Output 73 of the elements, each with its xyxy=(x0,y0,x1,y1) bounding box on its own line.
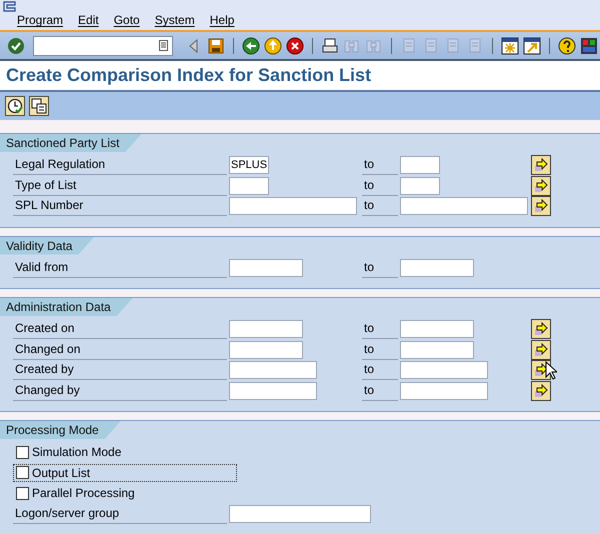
monitor-icon[interactable] xyxy=(580,36,598,54)
field-label: Changed by xyxy=(13,380,227,400)
input-field[interactable] xyxy=(400,320,474,338)
input-field[interactable]: SPLUS xyxy=(229,156,269,174)
clock-check-icon xyxy=(7,98,23,114)
field-label: SPL Number xyxy=(13,196,227,216)
screen-title: Create Comparison Index for Sanction List xyxy=(6,65,372,86)
multiple-selection-button[interactable] xyxy=(531,380,551,401)
field-label: to xyxy=(362,196,398,216)
arrow-icon xyxy=(534,363,548,378)
menu-item[interactable]: System xyxy=(154,13,195,27)
variants-button[interactable] xyxy=(29,96,49,116)
multiple-selection-button[interactable] xyxy=(531,196,551,216)
field-label: to xyxy=(362,176,398,196)
arrow-icon xyxy=(534,178,548,193)
input-field[interactable] xyxy=(229,320,303,338)
input-field[interactable] xyxy=(229,361,317,380)
arrow-icon xyxy=(534,384,548,398)
section-title: Processing Mode xyxy=(0,421,121,439)
menu-item[interactable]: Goto xyxy=(114,13,140,27)
field-label: to xyxy=(362,319,398,339)
field-label: Valid from xyxy=(13,258,227,278)
arrow-icon xyxy=(534,199,548,214)
section-title: Validity Data xyxy=(0,236,94,254)
field-label: to xyxy=(362,258,398,278)
system-menu-icon[interactable] xyxy=(3,1,17,12)
input-field[interactable] xyxy=(400,258,474,277)
windows-icon xyxy=(31,98,47,114)
input-field[interactable] xyxy=(400,156,440,174)
field-label: to xyxy=(362,360,398,380)
section-title: Sanctioned Party List xyxy=(0,134,142,152)
field-label: to xyxy=(362,340,398,360)
input-field[interactable] xyxy=(229,176,269,195)
section-title: Administration Data xyxy=(0,298,133,316)
checkbox[interactable]: Parallel Processing xyxy=(13,484,138,502)
multiple-selection-button[interactable] xyxy=(531,319,551,340)
arrow-icon xyxy=(534,342,548,357)
field-label: Logon/server group xyxy=(13,504,227,524)
mouse-pointer-icon xyxy=(545,361,557,380)
input-field[interactable] xyxy=(400,176,440,195)
input-field[interactable] xyxy=(229,382,317,400)
printer-icon[interactable] xyxy=(321,36,340,54)
command-field[interactable] xyxy=(33,36,174,56)
check-icon[interactable] xyxy=(7,36,25,54)
field-label: Created by xyxy=(13,360,227,380)
input-field[interactable] xyxy=(400,361,488,380)
field-label: Changed on xyxy=(13,340,227,360)
field-label: to xyxy=(362,155,398,175)
execute-button[interactable] xyxy=(5,96,25,116)
input-field[interactable] xyxy=(400,340,474,359)
field-label: Legal Regulation xyxy=(13,155,227,175)
input-field[interactable] xyxy=(229,504,371,523)
list-icon[interactable] xyxy=(159,40,168,51)
menu-item[interactable]: Edit xyxy=(78,13,99,27)
input-field[interactable] xyxy=(229,258,303,277)
input-field[interactable] xyxy=(400,382,488,400)
help-icon[interactable] xyxy=(558,36,576,54)
field-label: to xyxy=(362,380,398,400)
menu-item[interactable]: Program xyxy=(17,13,64,27)
checkbox[interactable]: Output List xyxy=(13,464,237,482)
arrow-icon xyxy=(534,322,548,336)
cancel-icon[interactable] xyxy=(286,36,304,54)
input-field[interactable] xyxy=(400,197,528,216)
input-field[interactable] xyxy=(229,340,303,359)
multiple-selection-button[interactable] xyxy=(531,340,551,360)
field-label: Type of List xyxy=(13,176,227,196)
multiple-selection-button[interactable] xyxy=(531,176,551,196)
input-field[interactable] xyxy=(229,197,357,216)
field-label: Created on xyxy=(13,319,227,339)
checkbox[interactable]: Simulation Mode xyxy=(13,443,124,462)
menu-item[interactable]: Help xyxy=(210,13,234,27)
multiple-selection-button[interactable] xyxy=(531,155,551,176)
arrow-icon xyxy=(534,158,548,172)
